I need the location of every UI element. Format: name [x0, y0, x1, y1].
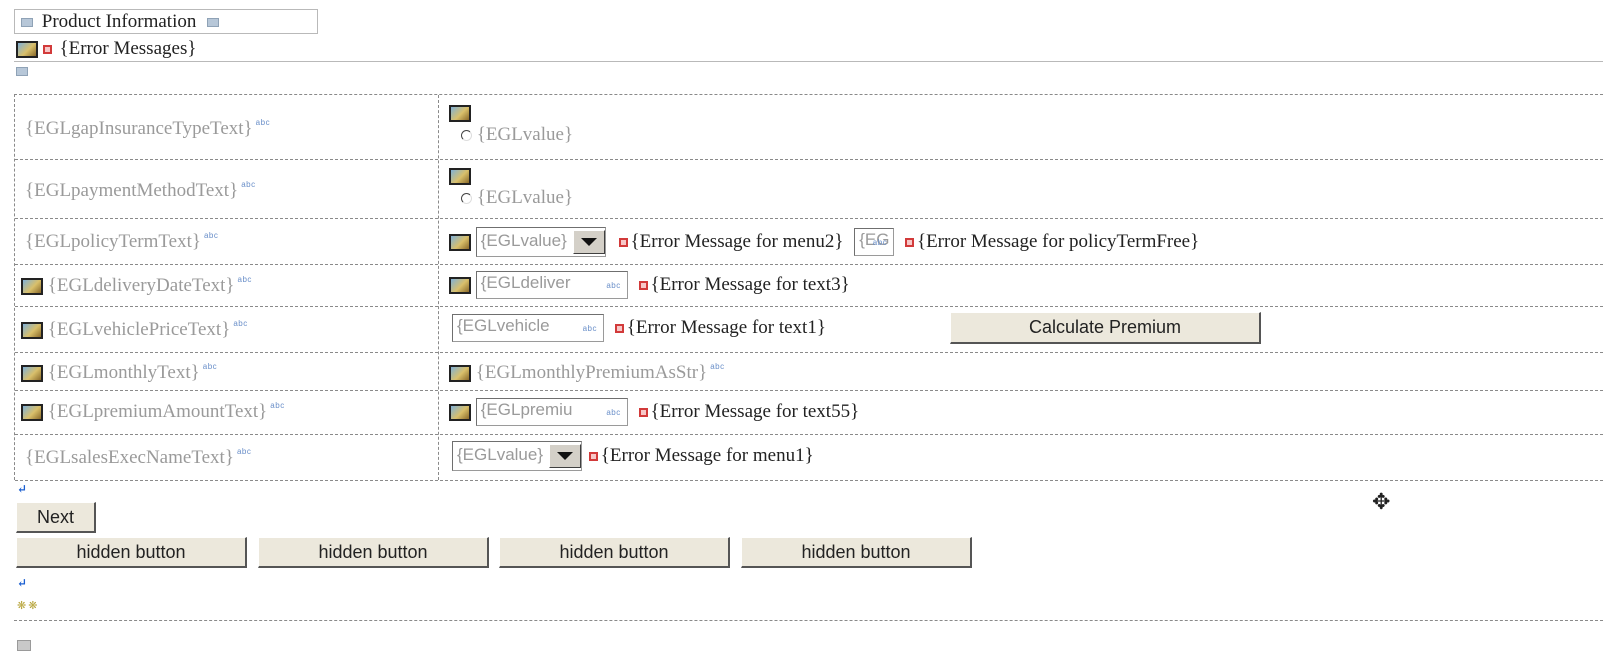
radio-icon[interactable] — [461, 193, 472, 205]
table-row: {EGLmonthlyText} abc {EGLmonthlyPremiumAs… — [15, 353, 1603, 391]
error-icon — [614, 323, 624, 333]
error-message: {Error Message for text55} — [650, 401, 860, 422]
error-icon — [588, 451, 598, 461]
error-messages-area: {Error Messages} — [16, 37, 196, 61]
row-cell: {EGLvalue} — [449, 165, 573, 209]
error-icon — [904, 237, 914, 247]
calculate-premium-button[interactable]: Calculate Premium — [950, 312, 1261, 344]
error-message: {Error Message for menu1} — [600, 445, 814, 466]
error-message: {Error Message for policyTermFree} — [916, 231, 1200, 252]
next-button[interactable]: Next — [16, 502, 96, 533]
hidden-button-3[interactable]: hidden button — [499, 537, 730, 568]
hidden-button-1[interactable]: hidden button — [16, 537, 247, 568]
image-icon — [449, 233, 471, 251]
error-message: {Error Message for menu2} — [630, 231, 844, 252]
dropdown-arrow-icon[interactable] — [549, 444, 582, 468]
dropdown-arrow-icon[interactable] — [572, 230, 605, 254]
pencil-icon — [21, 18, 33, 28]
row-label: {EGLpaymentMethodText} abc — [25, 180, 256, 201]
row-label: {EGLdeliveryDateText} abc — [21, 275, 252, 297]
error-icon — [42, 45, 52, 55]
row-label: {EGLpremiumAmountText} abc — [21, 401, 285, 423]
row-cell: {EGLvehicle abc {Error Message for text1} — [452, 314, 826, 342]
form-table: {EGLgapInsuranceTypeText} abc {EGLvalue} … — [14, 94, 1603, 481]
error-message: {Error Message for text3} — [650, 274, 850, 295]
page-title: Product Information — [41, 11, 197, 32]
row-cell: {EGLvalue} {Error Message for menu2} {EG… — [449, 227, 1199, 257]
image-icon — [21, 278, 43, 296]
move-cursor-icon: ✥ — [1372, 490, 1391, 515]
row-label: {EGLsalesExecNameText} abc — [25, 447, 252, 468]
divider — [14, 620, 1603, 621]
radio-label: {EGLvalue} — [476, 124, 574, 145]
radio-label: {EGLvalue} — [476, 187, 574, 208]
image-icon — [449, 105, 471, 123]
table-row: {EGLvehiclePriceText} abc {EGLvehicle abc … — [15, 307, 1603, 353]
image-icon — [449, 276, 471, 294]
divider — [14, 61, 1603, 62]
hidden-button-2[interactable]: hidden button — [258, 537, 489, 568]
hidden-button-4[interactable]: hidden button — [741, 537, 972, 568]
document-icon — [17, 640, 31, 651]
radio-icon[interactable] — [461, 130, 472, 142]
sales-exec-select[interactable]: {EGLvalue} — [452, 441, 583, 471]
row-cell: {EGLvalue} {Error Message for menu1} — [452, 441, 814, 471]
row-label: {EGLvehiclePriceText} abc — [21, 319, 248, 341]
pencil-icon — [207, 18, 220, 28]
row-label: {EGLgapInsuranceTypeText} abc — [25, 118, 271, 139]
image-icon — [21, 404, 43, 422]
vehicle-price-input[interactable]: {EGLvehicle abc — [452, 314, 604, 342]
table-row: {EGLpaymentMethodText} abc {EGLvalue} — [15, 160, 1603, 219]
error-icon — [638, 280, 648, 290]
error-icon — [618, 237, 628, 247]
monthly-premium-output: {EGLmonthlyPremiumAsStr} — [475, 362, 708, 383]
delivery-date-input[interactable]: {EGLdeliver abc — [475, 271, 628, 299]
image-icon — [449, 403, 471, 421]
table-row: {EGLpremiumAmountText} abc {EGLpremiu abc … — [15, 391, 1603, 435]
row-cell: {EGLpremiu abc {Error Message for text55} — [449, 398, 859, 426]
hidden-content-marker-icon: ❋❋ — [17, 600, 40, 612]
image-icon — [21, 322, 43, 340]
policy-term-free-input[interactable]: {EG abc — [854, 228, 895, 256]
page-header: Product Information — [14, 9, 318, 34]
row-cell: {EGLdeliver abc {Error Message for text3} — [449, 271, 850, 299]
error-messages-placeholder: {Error Messages} — [59, 38, 197, 59]
policy-term-select[interactable]: {EGLvalue} — [475, 227, 606, 257]
table-row: {EGLgapInsuranceTypeText} abc {EGLvalue} — [15, 95, 1603, 160]
row-cell: {EGLvalue} — [449, 102, 573, 146]
pencil-icon — [16, 67, 28, 76]
table-row: {EGLdeliveryDateText} abc {EGLdeliver abc … — [15, 265, 1603, 307]
error-icon — [638, 407, 648, 417]
premium-amount-input[interactable]: {EGLpremiu abc — [475, 398, 628, 426]
return-marker-icon: ↵ — [17, 576, 28, 590]
table-row: {EGLpolicyTermText} abc {EGLvalue} {Error… — [15, 219, 1603, 265]
return-marker-icon: ↵ — [17, 482, 28, 496]
image-icon — [16, 41, 38, 59]
image-icon — [21, 365, 43, 383]
row-label: {EGLpolicyTermText} abc — [25, 231, 219, 252]
error-message: {Error Message for text1} — [626, 317, 826, 338]
row-label: {EGLmonthlyText} abc — [21, 362, 217, 384]
table-row: {EGLsalesExecNameText} abc {EGLvalue} {Er… — [15, 435, 1603, 481]
image-icon — [449, 365, 471, 383]
row-cell: {EGLmonthlyPremiumAsStr} abc — [449, 362, 725, 384]
image-icon — [449, 168, 471, 186]
